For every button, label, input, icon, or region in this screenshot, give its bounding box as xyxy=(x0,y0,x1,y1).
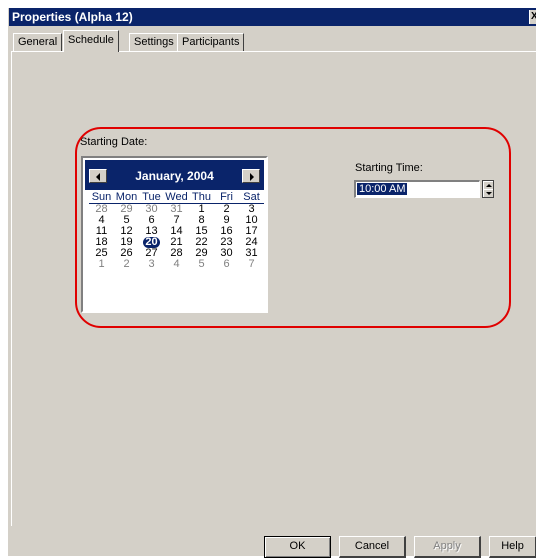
calendar-day[interactable]: 5 xyxy=(189,259,214,270)
starting-time-input[interactable]: 10:00 AM xyxy=(354,180,480,198)
title-bar[interactable]: Properties (Alpha 12) X xyxy=(9,8,536,26)
calendar-day[interactable]: 1 xyxy=(89,259,114,270)
calendar-day[interactable]: 3 xyxy=(139,259,164,270)
dow-sat: Sat xyxy=(243,191,260,203)
tab-general[interactable]: General xyxy=(13,33,63,51)
calendar-day-number: 7 xyxy=(248,258,255,270)
help-button[interactable]: Help xyxy=(489,536,536,558)
dow-sun: Sun xyxy=(91,191,112,203)
triangle-right-icon xyxy=(250,173,254,181)
dow-thu: Thu xyxy=(192,191,211,203)
spin-up-icon xyxy=(486,184,492,187)
calendar-day-number: 5 xyxy=(198,258,205,270)
starting-time-label: Starting Time: xyxy=(355,162,423,174)
month-calendar[interactable]: January, 2004 Sun Mon Tue Wed Thu Fri Sa… xyxy=(81,156,268,313)
dow-mon: Mon xyxy=(115,191,138,203)
time-spinner xyxy=(482,180,494,198)
tab-settings[interactable]: Settings xyxy=(129,33,179,51)
starting-time-value: 10:00 AM xyxy=(357,183,408,195)
window-title: Properties (Alpha 12) xyxy=(12,10,133,24)
starting-date-label: Starting Date: xyxy=(80,136,148,148)
calendar-day-number: 6 xyxy=(223,258,230,270)
calendar-week-row: 1 2 3 4 5 6 7 xyxy=(89,259,264,270)
calendar-day[interactable]: 7 xyxy=(239,259,264,270)
dow-tue: Tue xyxy=(142,191,161,203)
cancel-button[interactable]: Cancel xyxy=(339,536,406,558)
next-month-button[interactable] xyxy=(242,169,260,183)
ok-button[interactable]: OK xyxy=(264,536,331,558)
calendar-month-title: January, 2004 xyxy=(135,169,214,183)
properties-dialog: Properties (Alpha 12) X General Schedule… xyxy=(8,8,536,558)
calendar-day[interactable]: 2 xyxy=(114,259,139,270)
calendar-header: January, 2004 xyxy=(85,160,264,190)
calendar-day-number: 1 xyxy=(98,258,105,270)
calendar-day[interactable]: 6 xyxy=(214,259,239,270)
calendar-day-number: 4 xyxy=(173,258,180,270)
apply-button: Apply xyxy=(414,536,481,558)
spin-down-icon xyxy=(486,192,492,195)
spin-up-button[interactable] xyxy=(483,181,493,189)
calendar-grid: Sun Mon Tue Wed Thu Fri Sat 28 29 30 31 1 2 3 4… xyxy=(89,192,264,270)
tab-schedule[interactable]: Schedule xyxy=(63,30,119,52)
close-icon[interactable]: X xyxy=(529,10,536,24)
calendar-day-number: 2 xyxy=(123,258,130,270)
tab-participants[interactable]: Participants xyxy=(177,33,245,51)
spin-down-button[interactable] xyxy=(483,189,493,197)
dow-wed: Wed xyxy=(165,191,188,203)
calendar-day[interactable]: 4 xyxy=(164,259,189,270)
dow-fri: Fri xyxy=(220,191,233,203)
calendar-day-number: 3 xyxy=(148,258,155,270)
